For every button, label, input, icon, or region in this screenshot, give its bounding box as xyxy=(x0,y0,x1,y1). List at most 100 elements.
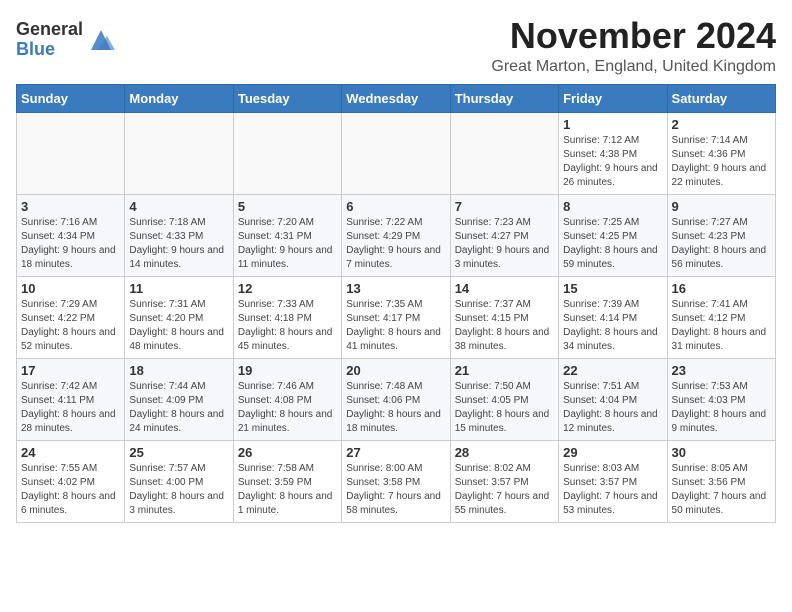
day-info: Sunrise: 7:42 AM Sunset: 4:11 PM Dayligh… xyxy=(21,380,120,436)
header-thursday: Thursday xyxy=(450,84,558,112)
cell-week3-day2: 11 Sunrise: 7:31 AM Sunset: 4:20 PM Dayli… xyxy=(125,276,233,358)
day-info: Sunrise: 8:00 AM Sunset: 3:58 PM Dayligh… xyxy=(346,462,445,518)
cell-week2-day4: 6 Sunrise: 7:22 AM Sunset: 4:29 PM Daylig… xyxy=(342,194,450,276)
header-friday: Friday xyxy=(559,84,667,112)
cell-week2-day6: 8 Sunrise: 7:25 AM Sunset: 4:25 PM Daylig… xyxy=(559,194,667,276)
day-info: Sunrise: 7:22 AM Sunset: 4:29 PM Dayligh… xyxy=(346,216,445,272)
cell-week5-day2: 25 Sunrise: 7:57 AM Sunset: 4:00 PM Dayli… xyxy=(125,440,233,522)
day-number: 6 xyxy=(346,199,445,214)
day-number: 25 xyxy=(129,445,228,460)
day-info: Sunrise: 7:37 AM Sunset: 4:15 PM Dayligh… xyxy=(455,298,554,354)
header-wednesday: Wednesday xyxy=(342,84,450,112)
day-number: 16 xyxy=(672,281,771,296)
day-number: 22 xyxy=(563,363,662,378)
calendar-body: 1Sunrise: 7:12 AM Sunset: 4:38 PM Daylig… xyxy=(17,112,776,522)
day-info: Sunrise: 7:20 AM Sunset: 4:31 PM Dayligh… xyxy=(238,216,337,272)
week-row-4: 17 Sunrise: 7:42 AM Sunset: 4:11 PM Dayli… xyxy=(17,358,776,440)
day-info: Sunrise: 7:33 AM Sunset: 4:18 PM Dayligh… xyxy=(238,298,337,354)
logo-icon xyxy=(87,26,115,54)
day-number: 19 xyxy=(238,363,337,378)
day-number: 2 xyxy=(672,117,771,132)
day-number: 1 xyxy=(563,117,662,132)
cell-week3-day6: 15Sunrise: 7:39 AM Sunset: 4:14 PM Dayli… xyxy=(559,276,667,358)
header-monday: Monday xyxy=(125,84,233,112)
day-number: 17 xyxy=(21,363,120,378)
cell-week2-day1: 3Sunrise: 7:16 AM Sunset: 4:34 PM Daylig… xyxy=(17,194,125,276)
cell-week5-day7: 30 Sunrise: 8:05 AM Sunset: 3:56 PM Dayli… xyxy=(667,440,775,522)
cell-week3-day5: 14 Sunrise: 7:37 AM Sunset: 4:15 PM Dayli… xyxy=(450,276,558,358)
month-title: November 2024 xyxy=(491,16,776,56)
day-info: Sunrise: 8:03 AM Sunset: 3:57 PM Dayligh… xyxy=(563,462,662,518)
location-title: Great Marton, England, United Kingdom xyxy=(491,58,776,76)
week-row-3: 10Sunrise: 7:29 AM Sunset: 4:22 PM Dayli… xyxy=(17,276,776,358)
day-number: 8 xyxy=(563,199,662,214)
day-number: 4 xyxy=(129,199,228,214)
header-row: SundayMondayTuesdayWednesdayThursdayFrid… xyxy=(17,84,776,112)
week-row-2: 3Sunrise: 7:16 AM Sunset: 4:34 PM Daylig… xyxy=(17,194,776,276)
cell-week1-day3 xyxy=(233,112,341,194)
day-info: Sunrise: 7:23 AM Sunset: 4:27 PM Dayligh… xyxy=(455,216,554,272)
day-number: 9 xyxy=(672,199,771,214)
day-info: Sunrise: 7:31 AM Sunset: 4:20 PM Dayligh… xyxy=(129,298,228,354)
calendar-header: SundayMondayTuesdayWednesdayThursdayFrid… xyxy=(17,84,776,112)
logo-general-text: General xyxy=(16,20,83,40)
week-row-1: 1Sunrise: 7:12 AM Sunset: 4:38 PM Daylig… xyxy=(17,112,776,194)
day-number: 29 xyxy=(563,445,662,460)
cell-week4-day7: 23Sunrise: 7:53 AM Sunset: 4:03 PM Dayli… xyxy=(667,358,775,440)
day-number: 11 xyxy=(129,281,228,296)
day-number: 5 xyxy=(238,199,337,214)
day-info: Sunrise: 7:27 AM Sunset: 4:23 PM Dayligh… xyxy=(672,216,771,272)
cell-week2-day7: 9 Sunrise: 7:27 AM Sunset: 4:23 PM Daylig… xyxy=(667,194,775,276)
cell-week5-day5: 28Sunrise: 8:02 AM Sunset: 3:57 PM Dayli… xyxy=(450,440,558,522)
day-number: 23 xyxy=(672,363,771,378)
cell-week1-day6: 1Sunrise: 7:12 AM Sunset: 4:38 PM Daylig… xyxy=(559,112,667,194)
day-info: Sunrise: 7:51 AM Sunset: 4:04 PM Dayligh… xyxy=(563,380,662,436)
day-info: Sunrise: 7:29 AM Sunset: 4:22 PM Dayligh… xyxy=(21,298,120,354)
cell-week3-day3: 12 Sunrise: 7:33 AM Sunset: 4:18 PM Dayli… xyxy=(233,276,341,358)
cell-week1-day1 xyxy=(17,112,125,194)
cell-week4-day6: 22 Sunrise: 7:51 AM Sunset: 4:04 PM Dayli… xyxy=(559,358,667,440)
day-number: 15 xyxy=(563,281,662,296)
week-row-5: 24Sunrise: 7:55 AM Sunset: 4:02 PM Dayli… xyxy=(17,440,776,522)
day-info: Sunrise: 7:25 AM Sunset: 4:25 PM Dayligh… xyxy=(563,216,662,272)
cell-week5-day6: 29 Sunrise: 8:03 AM Sunset: 3:57 PM Dayli… xyxy=(559,440,667,522)
day-number: 21 xyxy=(455,363,554,378)
page-header: General Blue November 2024 Great Marton,… xyxy=(16,16,776,76)
day-number: 18 xyxy=(129,363,228,378)
header-sunday: Sunday xyxy=(17,84,125,112)
day-info: Sunrise: 7:55 AM Sunset: 4:02 PM Dayligh… xyxy=(21,462,120,518)
day-info: Sunrise: 7:16 AM Sunset: 4:34 PM Dayligh… xyxy=(21,216,120,272)
day-number: 14 xyxy=(455,281,554,296)
header-saturday: Saturday xyxy=(667,84,775,112)
logo-blue-text: Blue xyxy=(16,40,83,60)
day-info: Sunrise: 8:05 AM Sunset: 3:56 PM Dayligh… xyxy=(672,462,771,518)
cell-week3-day4: 13 Sunrise: 7:35 AM Sunset: 4:17 PM Dayli… xyxy=(342,276,450,358)
cell-week5-day3: 26Sunrise: 7:58 AM Sunset: 3:59 PM Dayli… xyxy=(233,440,341,522)
logo: General Blue xyxy=(16,20,115,60)
cell-week4-day5: 21Sunrise: 7:50 AM Sunset: 4:05 PM Dayli… xyxy=(450,358,558,440)
cell-week1-day2 xyxy=(125,112,233,194)
cell-week4-day4: 20Sunrise: 7:48 AM Sunset: 4:06 PM Dayli… xyxy=(342,358,450,440)
day-info: Sunrise: 7:57 AM Sunset: 4:00 PM Dayligh… xyxy=(129,462,228,518)
cell-week5-day1: 24Sunrise: 7:55 AM Sunset: 4:02 PM Dayli… xyxy=(17,440,125,522)
day-number: 27 xyxy=(346,445,445,460)
day-number: 12 xyxy=(238,281,337,296)
header-tuesday: Tuesday xyxy=(233,84,341,112)
day-info: Sunrise: 7:35 AM Sunset: 4:17 PM Dayligh… xyxy=(346,298,445,354)
day-number: 7 xyxy=(455,199,554,214)
calendar-table: SundayMondayTuesdayWednesdayThursdayFrid… xyxy=(16,84,776,523)
day-info: Sunrise: 7:58 AM Sunset: 3:59 PM Dayligh… xyxy=(238,462,337,518)
cell-week5-day4: 27 Sunrise: 8:00 AM Sunset: 3:58 PM Dayli… xyxy=(342,440,450,522)
day-number: 30 xyxy=(672,445,771,460)
cell-week1-day5 xyxy=(450,112,558,194)
cell-week2-day5: 7 Sunrise: 7:23 AM Sunset: 4:27 PM Daylig… xyxy=(450,194,558,276)
day-number: 13 xyxy=(346,281,445,296)
day-info: Sunrise: 7:14 AM Sunset: 4:36 PM Dayligh… xyxy=(672,134,771,190)
day-info: Sunrise: 7:48 AM Sunset: 4:06 PM Dayligh… xyxy=(346,380,445,436)
cell-week3-day7: 16 Sunrise: 7:41 AM Sunset: 4:12 PM Dayli… xyxy=(667,276,775,358)
day-info: Sunrise: 7:41 AM Sunset: 4:12 PM Dayligh… xyxy=(672,298,771,354)
day-info: Sunrise: 8:02 AM Sunset: 3:57 PM Dayligh… xyxy=(455,462,554,518)
cell-week4-day2: 18Sunrise: 7:44 AM Sunset: 4:09 PM Dayli… xyxy=(125,358,233,440)
cell-week4-day1: 17 Sunrise: 7:42 AM Sunset: 4:11 PM Dayli… xyxy=(17,358,125,440)
cell-week1-day4 xyxy=(342,112,450,194)
